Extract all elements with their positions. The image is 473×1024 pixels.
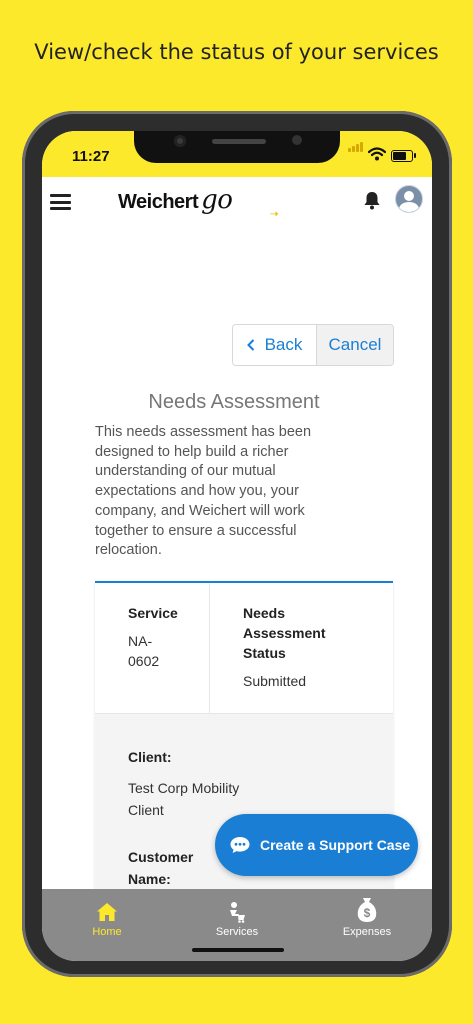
- customer-label-line2: Name:: [128, 871, 171, 887]
- service-value-line1: NA-: [128, 633, 153, 649]
- speaker-icon: [212, 139, 266, 144]
- app-screen: 11:27 Weichert go ➝ Back Cancel Needs As…: [42, 131, 432, 961]
- cancel-label: Cancel: [328, 335, 382, 354]
- battery-icon: [391, 150, 413, 162]
- logo-script: go: [201, 185, 233, 215]
- service-label: Service: [128, 605, 178, 621]
- expenses-icon: $: [357, 898, 377, 922]
- create-support-case-button[interactable]: Create a Support Case: [215, 814, 418, 876]
- client-value-line1: Test Corp Mobility: [128, 780, 240, 796]
- back-button[interactable]: Back: [233, 325, 317, 365]
- sensor-icon: [292, 135, 302, 145]
- promo-headline: View/check the status of your services: [34, 40, 439, 64]
- status-label-line1: Needs: [243, 605, 286, 621]
- service-value-line2: 0602: [128, 653, 160, 669]
- card-summary-row: Service NA- 0602 Needs Assessment Status…: [95, 583, 393, 714]
- client-value-line2: Client: [128, 802, 164, 818]
- cancel-button[interactable]: Cancel: [317, 325, 393, 365]
- services-icon: [230, 902, 245, 923]
- user-avatar-icon[interactable]: [395, 185, 423, 213]
- status-time: 11:27: [72, 148, 110, 165]
- status-value: Submitted: [243, 673, 307, 689]
- customer-label-line1: Customer: [128, 849, 194, 865]
- notification-bell-icon[interactable]: [362, 190, 382, 210]
- chat-bubble-icon: [230, 837, 250, 853]
- support-case-label: Create a Support Case: [260, 837, 411, 853]
- wifi-icon: [368, 147, 386, 161]
- nav-button-group: Back Cancel: [232, 324, 394, 366]
- camera-icon: [174, 135, 186, 147]
- battery-tip: [414, 153, 416, 158]
- tab-expenses-label: Expenses: [342, 926, 392, 938]
- hamburger-menu-icon[interactable]: [50, 194, 71, 210]
- app-header: Weichert go ➝: [42, 177, 432, 223]
- back-label: Back: [264, 335, 303, 354]
- intro-text: This needs assessment has been designed …: [95, 424, 312, 559]
- main-content: Back Cancel Needs Assessment This needs …: [42, 223, 432, 889]
- tab-home-label: Home: [92, 926, 122, 938]
- notch: [134, 131, 340, 163]
- status-label-line3: Status: [243, 645, 286, 661]
- weichert-go-logo: Weichert go ➝: [118, 185, 278, 220]
- tab-home[interactable]: Home: [42, 889, 172, 961]
- logo-text: Weichert: [118, 191, 199, 213]
- status-bar: 11:27: [42, 131, 432, 177]
- page-title: Needs Assessment: [148, 391, 320, 413]
- home-icon: [97, 903, 117, 921]
- bottom-tab-bar: Home Services $ Expenses: [42, 889, 432, 961]
- svg-text:$: $: [364, 906, 371, 920]
- tab-expenses[interactable]: $ Expenses: [302, 889, 432, 961]
- card-divider: [209, 583, 210, 713]
- logo-arrow-icon: ➝: [270, 209, 278, 220]
- home-indicator: [192, 948, 284, 952]
- status-label-line2: Assessment: [243, 625, 326, 641]
- client-label: Client:: [128, 749, 172, 765]
- tab-services-label: Services: [215, 926, 259, 938]
- chevron-left-icon: [246, 339, 254, 351]
